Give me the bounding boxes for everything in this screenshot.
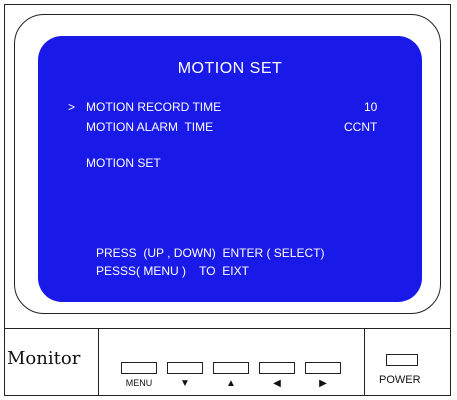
- monitor-label: Monitor: [7, 348, 81, 369]
- selection-cursor: >: [68, 100, 76, 114]
- power-button[interactable]: [386, 354, 418, 366]
- panel-divider: [98, 328, 99, 396]
- motion-record-time-value: 10: [364, 100, 378, 114]
- up-button[interactable]: [213, 362, 249, 374]
- up-arrow-icon: ▲: [226, 378, 236, 389]
- right-arrow-icon: ▶: [319, 378, 327, 389]
- menu-title: MOTION SET: [177, 60, 283, 77]
- menu-item-motion-alarm-time[interactable]: MOTION ALARM TIME: [86, 120, 213, 134]
- down-button[interactable]: [167, 362, 203, 374]
- menu-item-motion-set[interactable]: MOTION SET: [86, 156, 161, 170]
- power-label: POWER: [379, 374, 421, 386]
- instruction-exit: PESSS( MENU ) TO EIXT: [96, 264, 249, 278]
- menu-button[interactable]: [121, 362, 157, 374]
- motion-alarm-time-value: CCNT: [344, 120, 378, 134]
- osd-screen: MOTION SET > MOTION RECORD TIME 10 MOTIO…: [38, 36, 422, 302]
- right-button[interactable]: [305, 362, 341, 374]
- menu-item-motion-record-time[interactable]: MOTION RECORD TIME: [86, 100, 221, 114]
- left-button[interactable]: [259, 362, 295, 374]
- menu-button-label: MENU: [125, 378, 153, 388]
- instruction-select: PRESS (UP , DOWN) ENTER ( SELECT): [96, 246, 325, 260]
- down-arrow-icon: ▼: [180, 378, 190, 389]
- panel-divider: [364, 328, 365, 396]
- left-arrow-icon: ◀: [273, 378, 281, 389]
